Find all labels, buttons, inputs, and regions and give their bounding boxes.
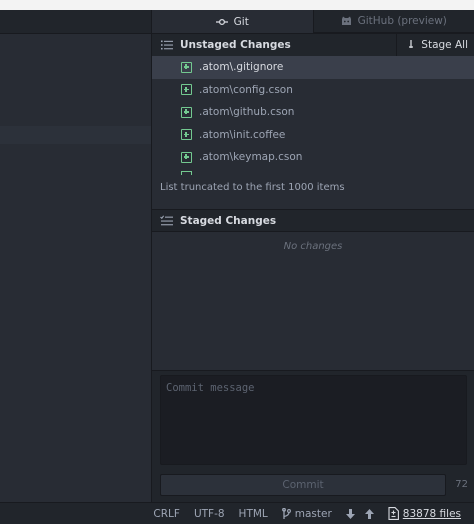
diff-added-icon — [181, 84, 192, 96]
editor-pane — [0, 10, 152, 502]
editor-area[interactable] — [0, 34, 151, 502]
window-top-strip — [0, 0, 474, 10]
no-changes-text: No changes — [283, 241, 343, 252]
arrow-up-icon — [364, 508, 374, 519]
staged-changes-header: Staged Changes — [152, 210, 474, 232]
list-unordered-icon — [161, 40, 173, 50]
unstaged-changes-title: Unstaged Changes — [180, 39, 291, 51]
list-item[interactable]: .atom\keymap.cson — [152, 146, 474, 169]
list-item[interactable]: .atom\github.cson — [152, 101, 474, 124]
grammar-label: HTML — [238, 507, 268, 520]
diff-added-icon — [181, 129, 192, 141]
stage-all-button[interactable]: Stage All — [396, 34, 474, 56]
octocat-icon — [341, 16, 351, 25]
line-ending-selector[interactable]: CRLF — [146, 508, 187, 520]
stage-all-label: Stage All — [421, 39, 468, 51]
arrow-down-icon — [409, 39, 414, 48]
line-ending-label: CRLF — [153, 507, 180, 520]
encoding-label: UTF-8 — [193, 507, 225, 520]
file-name: .atom\.gitignore — [199, 61, 284, 74]
panel-tabs: Git GitHub (preview) — [152, 10, 474, 34]
git-commit-icon — [215, 18, 228, 25]
list-item[interactable]: .atom\.gitignore — [152, 56, 474, 79]
tab-github-label: GitHub (preview) — [357, 15, 447, 27]
next-item-peek — [181, 171, 192, 175]
tab-git-label: Git — [233, 15, 249, 28]
truncated-note: List truncated to the first 1000 items — [160, 182, 345, 193]
tab-git[interactable]: Git — [152, 10, 313, 33]
commit-area: Commit message Commit 72 — [152, 370, 474, 502]
file-name: .atom\keymap.cson — [199, 151, 303, 164]
tab-github[interactable]: GitHub (preview) — [312, 10, 474, 33]
file-name: .atom\config.cson — [199, 83, 293, 96]
commit-message-input[interactable]: Commit message — [160, 375, 467, 465]
editor-tab-strip — [0, 10, 151, 34]
commit-button[interactable]: Commit — [160, 474, 446, 496]
staged-changes-title: Staged Changes — [180, 214, 277, 227]
file-name: .atom\init.coffee — [199, 128, 286, 141]
unstaged-changes-header: Unstaged Changes Stage All — [152, 34, 474, 56]
diff-added-icon — [181, 61, 192, 73]
branch-label: master — [294, 507, 332, 520]
push-pull-button[interactable] — [339, 508, 381, 519]
unstaged-file-list: .atom\.gitignore .atom\config.cson .atom… — [152, 56, 474, 178]
git-panel: Git GitHub (preview) Unstaged Changes St… — [152, 10, 474, 502]
encoding-selector[interactable]: UTF-8 — [187, 508, 232, 520]
changed-files-button[interactable]: 83878 files — [381, 507, 468, 520]
list-item[interactable]: .atom\config.cson — [152, 79, 474, 102]
unstaged-changes-section: Unstaged Changes Stage All .atom\.gitign… — [152, 34, 474, 210]
arrow-down-icon — [345, 508, 355, 519]
editor-cursor-line — [0, 126, 151, 144]
status-bar: CRLF UTF-8 HTML master 83878 files — [0, 502, 474, 524]
tasklist-icon — [160, 214, 173, 225]
branch-selector[interactable]: master — [275, 507, 339, 520]
diff-added-icon — [181, 151, 192, 163]
list-item[interactable]: .atom\init.coffee — [152, 124, 474, 147]
git-branch-icon — [281, 507, 291, 519]
grammar-selector[interactable]: HTML — [232, 508, 275, 520]
file-name: .atom\github.cson — [199, 106, 295, 119]
remaining-char-count: 72 — [455, 479, 468, 490]
file-count-label: 83878 files — [402, 507, 461, 520]
file-diff-icon — [388, 507, 399, 520]
staged-changes-section: Staged Changes No changes — [152, 210, 474, 370]
diff-added-icon — [181, 106, 192, 118]
